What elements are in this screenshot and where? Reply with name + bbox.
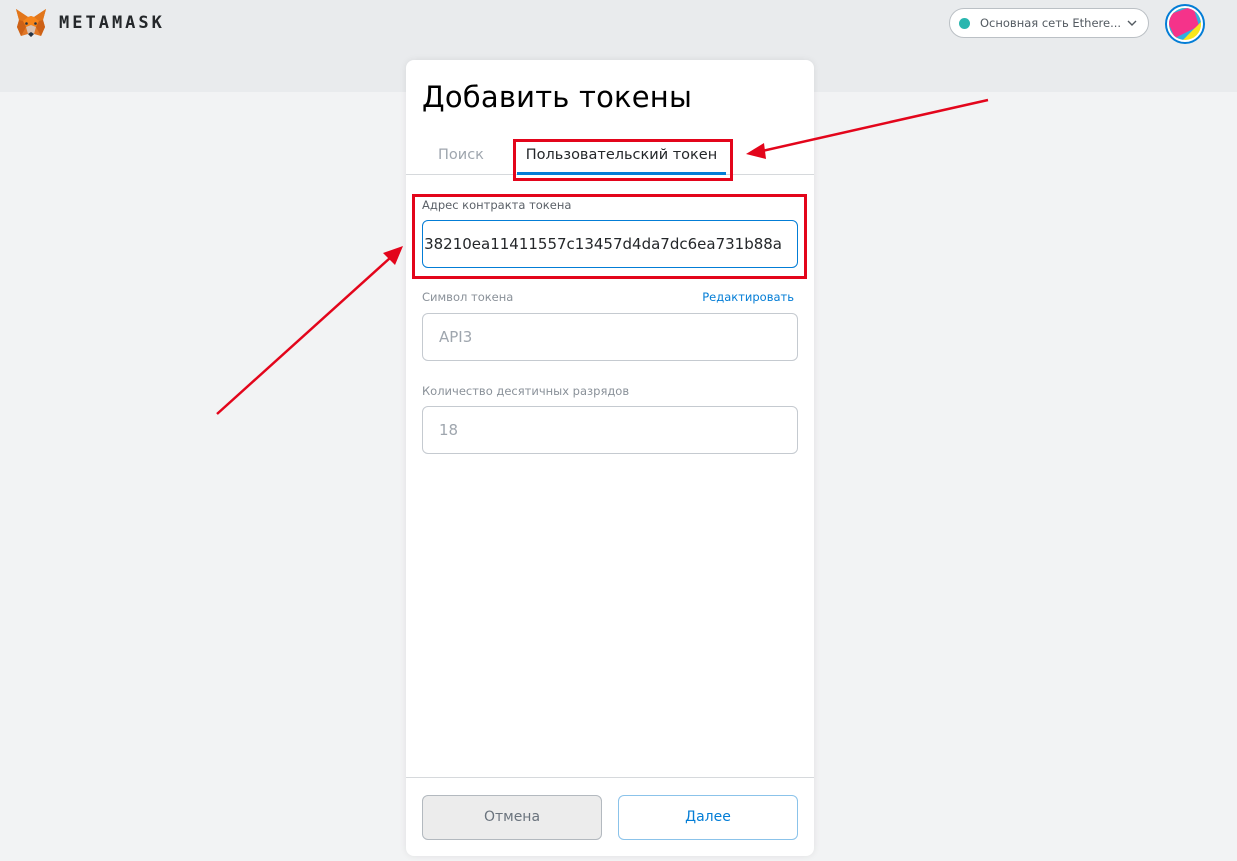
contract-address-input[interactable]: [423, 221, 797, 267]
token-decimals-field: [422, 406, 798, 454]
token-symbol-input[interactable]: [423, 314, 797, 360]
token-decimals-input[interactable]: [423, 407, 797, 453]
cancel-button[interactable]: Отмена: [422, 795, 602, 840]
network-name: Основная сеть Ethere...: [980, 16, 1120, 30]
add-token-card: Добавить токены Поиск Пользовательский т…: [406, 60, 814, 856]
arrow-to-field-head: [383, 246, 403, 265]
account-menu-button[interactable]: [1165, 4, 1205, 44]
next-button[interactable]: Далее: [618, 795, 798, 840]
account-avatar: [1169, 8, 1201, 40]
edit-symbol-link[interactable]: Редактировать: [702, 290, 794, 304]
brand-logo[interactable]: METAMASK: [14, 6, 165, 40]
page-title: Добавить токены: [422, 80, 693, 114]
arrow-to-field-shaft: [216, 257, 391, 415]
chevron-down-icon: [1127, 20, 1137, 26]
network-selector[interactable]: Основная сеть Ethere...: [949, 8, 1149, 38]
tab-custom-token[interactable]: Пользовательский токен: [517, 138, 726, 175]
token-symbol-field: [422, 313, 798, 361]
tab-search[interactable]: Поиск: [438, 138, 484, 175]
card-footer: Отмена Далее: [406, 777, 814, 856]
app-root: METAMASK Основная сеть Ethere... Добавит…: [0, 0, 1237, 861]
network-status-dot: [959, 17, 970, 29]
contract-address-field: [422, 220, 798, 268]
decimals-field-label: Количество десятичных разрядов: [422, 384, 630, 398]
token-tabs: Поиск Пользовательский токен: [406, 138, 814, 175]
metamask-fox-icon: [16, 9, 46, 37]
brand-wordmark: METAMASK: [59, 13, 165, 33]
address-field-label: Адрес контракта токена: [422, 198, 572, 212]
symbol-field-label: Символ токена: [422, 290, 514, 304]
